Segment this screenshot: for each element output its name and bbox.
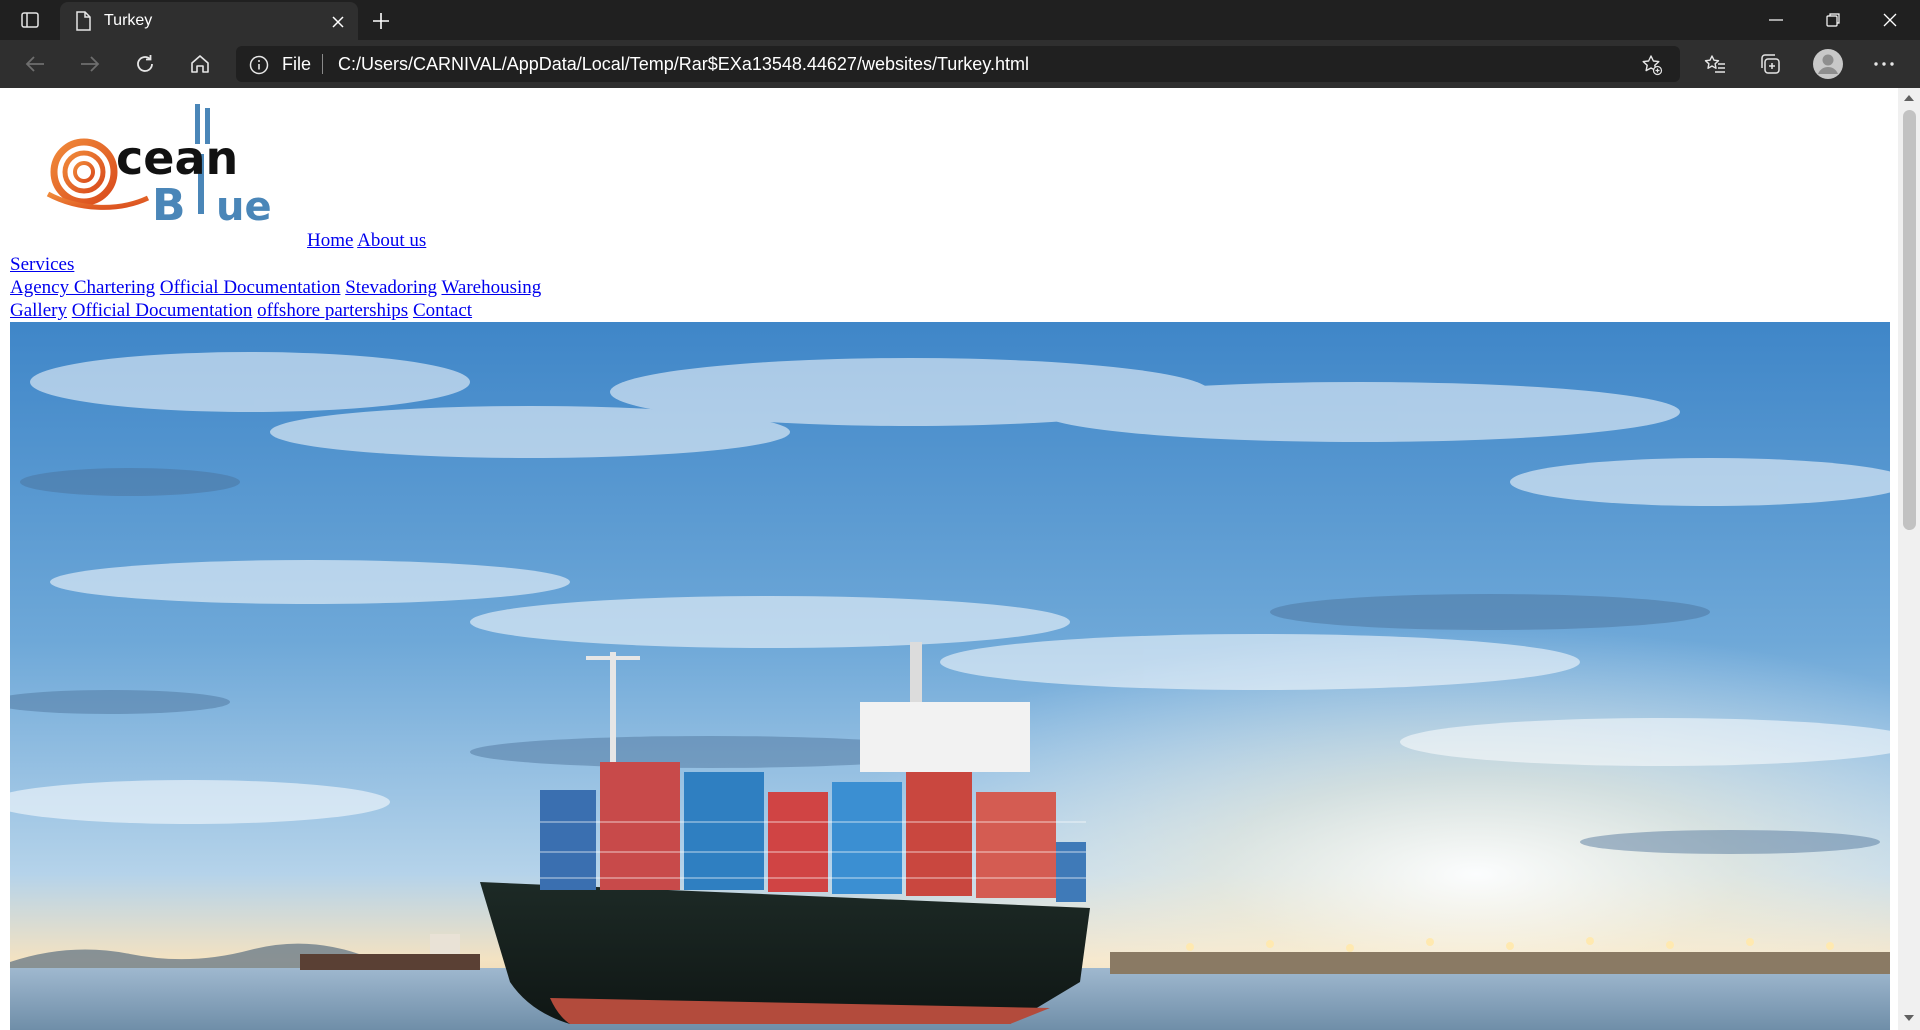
favorites-list-icon[interactable]: [1695, 48, 1735, 80]
nav-link-stevadoring[interactable]: Stevadoring: [345, 277, 437, 298]
nav-link-services[interactable]: Services: [10, 254, 74, 275]
ocean-blue-logo[interactable]: cean B ue: [38, 102, 288, 232]
scroll-up-arrow-icon[interactable]: [1898, 90, 1920, 106]
collections-icon[interactable]: [1750, 48, 1790, 80]
scroll-down-arrow-icon[interactable]: [1898, 1010, 1920, 1026]
nav-link-gallery[interactable]: Gallery: [10, 300, 67, 321]
address-scheme-label[interactable]: File: [282, 54, 311, 75]
nav-link-agency-chartering[interactable]: Agency Chartering: [10, 277, 155, 298]
logo-text-ue: ue: [216, 184, 272, 230]
plus-icon[interactable]: [366, 6, 396, 36]
info-icon[interactable]: [248, 54, 270, 76]
nav-row-services: Services: [10, 254, 74, 276]
nav-row-service-items: Agency Chartering Official Documentation…: [10, 277, 541, 299]
nav-link-home[interactable]: Home: [307, 230, 353, 251]
profile-icon[interactable]: [1812, 48, 1844, 80]
window-close-icon[interactable]: [1862, 0, 1918, 40]
document-icon: [72, 10, 94, 32]
home-icon[interactable]: [180, 48, 220, 80]
arrow-right-icon[interactable]: [70, 48, 110, 80]
hero-image-container-ship: [10, 322, 1890, 1030]
nav-link-contact[interactable]: Contact: [413, 300, 472, 321]
vertical-scrollbar[interactable]: [1898, 88, 1920, 1030]
minimize-icon[interactable]: [1748, 0, 1804, 40]
nav-row-main: Home About us: [307, 230, 426, 252]
nav-link-official-documentation-2[interactable]: Official Documentation: [72, 300, 253, 321]
address-divider: [322, 54, 323, 74]
nav-link-official-documentation[interactable]: Official Documentation: [160, 277, 341, 298]
browser-tab[interactable]: Turkey: [60, 2, 358, 40]
arrow-left-icon[interactable]: [15, 48, 55, 80]
tab-title: Turkey: [104, 12, 153, 29]
address-bar[interactable]: File C:/Users/CARNIVAL/AppData/Local/Tem…: [236, 46, 1680, 82]
nav-link-warehousing[interactable]: Warehousing: [441, 277, 541, 298]
tab-bar: Turkey: [0, 0, 1920, 40]
address-url[interactable]: C:/Users/CARNIVAL/AppData/Local/Temp/Rar…: [338, 54, 1029, 75]
tab-actions-icon[interactable]: [14, 6, 46, 34]
close-icon[interactable]: [326, 10, 350, 34]
star-plus-icon[interactable]: [1638, 52, 1666, 78]
logo-text-cean: cean: [116, 131, 238, 185]
page-viewport: cean B ue Home About us Services Agency …: [0, 88, 1920, 1030]
browser-toolbar: File C:/Users/CARNIVAL/AppData/Local/Tem…: [0, 40, 1920, 88]
nav-link-offshore-parterships[interactable]: offshore parterships: [257, 300, 408, 321]
nav-link-about-us[interactable]: About us: [357, 230, 426, 251]
more-icon[interactable]: [1864, 48, 1904, 80]
refresh-icon[interactable]: [125, 48, 165, 80]
restore-icon[interactable]: [1805, 0, 1861, 40]
nav-row-other: Gallery Official Documentation offshore …: [10, 300, 472, 322]
logo-text-b: B: [152, 180, 186, 231]
scrollbar-thumb[interactable]: [1903, 110, 1916, 530]
